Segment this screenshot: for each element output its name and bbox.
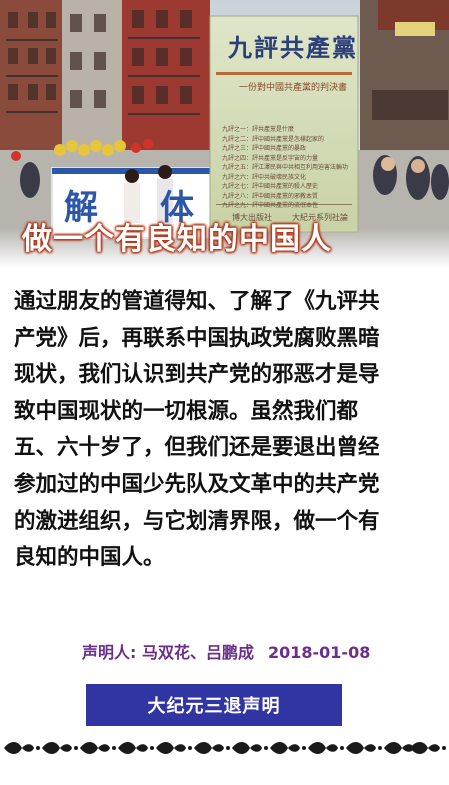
banner-headline: 做一个有良知的中国人: [22, 222, 332, 257]
hero-photo: 九評共產黨 一份對中國共產黨的判決書 九評之一：評共產黨是什麼 九評之二：評中國…: [0, 0, 449, 268]
statement-line: 五、六十岁了，但我们还是要退出曾经: [14, 435, 380, 461]
statement-label: 大纪元三退声明: [147, 696, 281, 717]
book-subtitle: 一份對中國共產黨的判決書: [238, 83, 347, 93]
book-toc-item: 九評之八：評中國共產黨的邪教本質: [222, 192, 319, 200]
statement-text: 通过朋友的管道得知、了解了《九评共 产党》后，再联系中国执政党腐败黑暗 现状，我…: [14, 284, 442, 577]
statement-line: 现状，我们认识到共产党的邪恶才是导: [14, 362, 380, 388]
signature-line: 声明人: 马双花、吕鹏成 2018-01-08: [82, 639, 370, 663]
signers: 声明人: 马双花、吕鹏成: [82, 643, 254, 662]
book-title: 九評共產黨: [228, 33, 358, 62]
book-toc-item: 九評之四：評共產黨是反宇宙的力量: [222, 154, 319, 162]
book-toc-item: 九評之一：評共產黨是什麼: [222, 126, 295, 133]
book-table-of-contents: 九評之一：評共產黨是什麼 九評之二：評中國共產黨是怎樣起家的 九評之三：評中國共…: [222, 125, 352, 211]
statement-label-box: 大纪元三退声明: [86, 684, 342, 726]
statement-date: 2018-01-08: [267, 643, 371, 662]
book-toc-item: 九評之六：評中共破壞民族文化: [222, 173, 307, 181]
statement-line: 产党》后，再联系中国执政党腐败黑暗: [14, 325, 380, 351]
book-toc-item: 九評之五：評江澤民與中共相互利用迫害法輪功: [222, 164, 349, 171]
book-toc-item: 九評之三：評中國共產黨的暴政: [222, 145, 307, 152]
statement-line: 致中国现状的一切根源。虽然我们都: [14, 398, 359, 424]
ornament-divider: [4, 742, 446, 754]
statement-line: 良知的中国人。: [14, 545, 165, 571]
statement-line: 的激进组织，与它划清界限，做一个有: [14, 508, 380, 534]
book-toc-item: 九評之九：評中國共產黨的流氓本性: [222, 202, 319, 209]
statement-line: 参加过的中国少先队及文革中的共产党: [14, 471, 380, 497]
statement-line: 通过朋友的管道得知、了解了《九评共: [14, 289, 380, 314]
book-toc-item: 九評之七：評中國共產黨的殺人歷史: [222, 183, 319, 190]
book-toc-item: 九評之二：評中國共產黨是怎樣起家的: [222, 135, 325, 143]
